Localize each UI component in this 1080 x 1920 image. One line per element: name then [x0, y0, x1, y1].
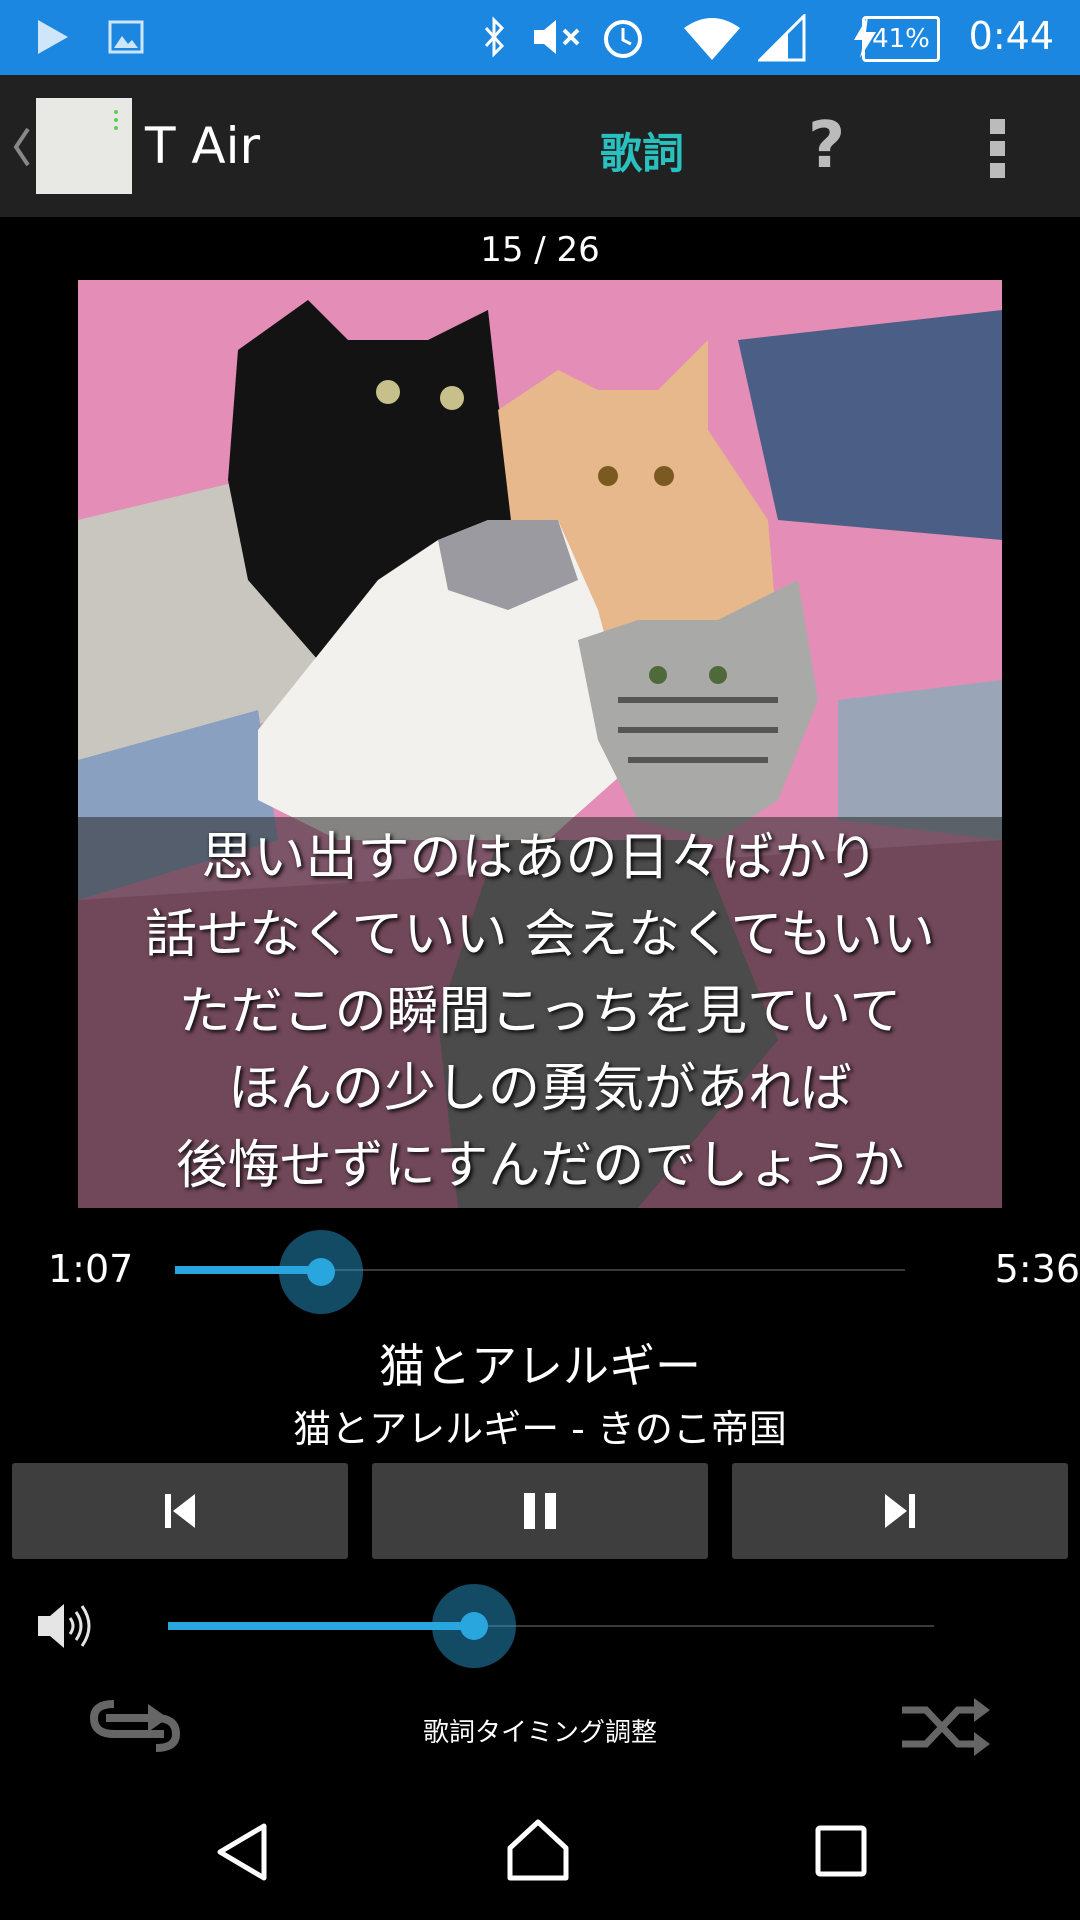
track-counter: 15 / 26: [480, 230, 600, 270]
lyric-line: 後悔せずにすんだのでしょうか: [175, 1136, 905, 1196]
lyrics-tab-button[interactable]: 歌詞: [600, 120, 684, 181]
gallery-icon: [108, 20, 144, 54]
recents-icon[interactable]: [814, 1824, 868, 1878]
wifi-icon: [684, 18, 740, 60]
volume-slider[interactable]: [168, 1584, 934, 1668]
signal-icon: [758, 14, 806, 62]
home-icon[interactable]: [506, 1818, 570, 1882]
app-bar: T Air 歌詞 ?: [0, 75, 1080, 217]
lyrics-overlay: 思い出すのはあの日々ばかり 話せなくていい 会えなくてもいい ただこの瞬間こっち…: [78, 817, 1002, 1208]
lyric-line: 話せなくていい 会えなくてもいい: [145, 905, 935, 965]
album-artwork: 思い出すのはあの日々ばかり 話せなくていい 会えなくてもいい ただこの瞬間こっち…: [78, 280, 1002, 1208]
bluetooth-icon: [484, 16, 505, 58]
status-bar: 41% 0:44: [0, 0, 1080, 75]
back-icon[interactable]: [214, 1822, 270, 1882]
mute-icon: [534, 20, 580, 54]
previous-button[interactable]: [12, 1463, 348, 1559]
elapsed-time: 1:07: [48, 1247, 134, 1291]
volume-level: [168, 1622, 474, 1630]
shuffle-icon[interactable]: [898, 1696, 992, 1758]
next-button[interactable]: [732, 1463, 1068, 1559]
play-icon: [38, 20, 68, 54]
lyric-line: ただこの瞬間こっちを見ていて: [178, 982, 902, 1042]
pause-button[interactable]: [372, 1463, 708, 1559]
app-title: T Air: [145, 117, 261, 175]
alarm-icon: [604, 20, 642, 58]
song-subtitle: 猫とアレルギー - きのこ帝国: [293, 1407, 787, 1451]
help-button[interactable]: ?: [808, 109, 845, 183]
lyric-line: ほんの少しの勇気があれば: [227, 1059, 852, 1119]
song-title: 猫とアレルギー: [379, 1339, 701, 1393]
seek-thumb[interactable]: [279, 1230, 363, 1314]
navigation-bar: [0, 1790, 1080, 1920]
volume-thumb[interactable]: [432, 1584, 516, 1668]
pause-icon: [524, 1493, 556, 1529]
volume-icon: [38, 1604, 91, 1648]
battery-indicator: 41%: [862, 16, 940, 62]
lyric-line: 思い出すのはあの日々ばかり: [201, 828, 879, 888]
back-chevron-icon[interactable]: [12, 127, 30, 167]
overflow-menu-icon[interactable]: [988, 117, 1008, 181]
clock: 0:44: [968, 14, 1054, 58]
app-thumbnail[interactable]: [36, 98, 132, 194]
total-duration: 5:36: [994, 1247, 1080, 1291]
skip-previous-icon: [165, 1494, 195, 1528]
skip-next-icon: [885, 1494, 915, 1528]
seek-slider[interactable]: [175, 1230, 905, 1314]
